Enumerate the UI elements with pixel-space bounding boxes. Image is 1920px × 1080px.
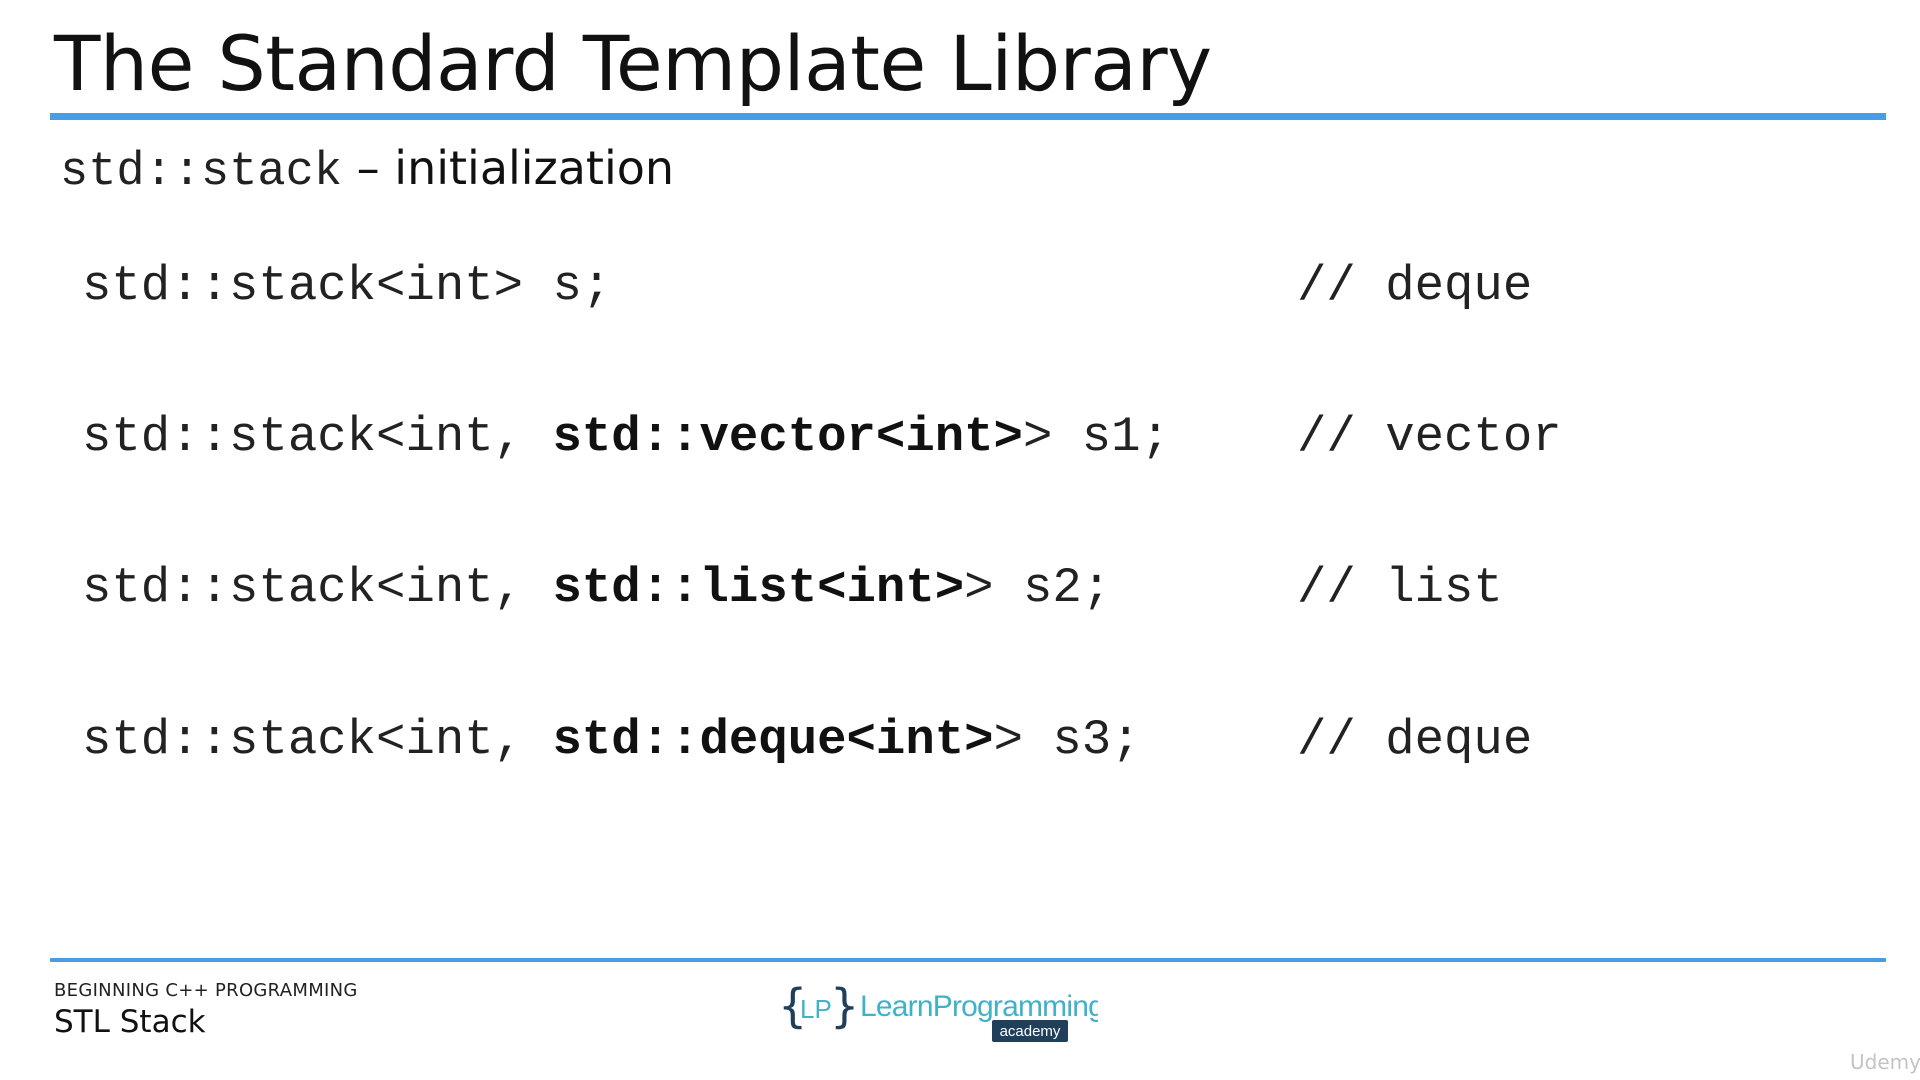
udemy-watermark: Udemy xyxy=(1850,1050,1920,1074)
code-bold: std::list<int> xyxy=(552,560,965,616)
code-line-1: std::stack<int> s; // deque xyxy=(82,258,1862,328)
course-label: BEGINNING C++ PROGRAMMING xyxy=(54,980,358,1001)
code-plain-after: > s3; xyxy=(993,712,1141,768)
logo-right-brace: } xyxy=(830,979,859,1033)
logo-sub-text: academy xyxy=(1000,1023,1061,1040)
subtitle-text: – initialization xyxy=(342,141,675,195)
title-divider xyxy=(50,113,1886,120)
code-plain-after: > s2; xyxy=(964,560,1112,616)
code-bold: std::deque<int> xyxy=(552,712,994,768)
section-subtitle: std::stack – initialization xyxy=(60,140,674,201)
lesson-label: STL Stack xyxy=(54,1004,206,1040)
code-line-4: std::stack<int, std::deque<int>> s3; // … xyxy=(82,712,1862,782)
code-line-3: std::stack<int, std::list<int>> s2; // l… xyxy=(82,560,1862,630)
code-plain-after: > s1; xyxy=(1022,409,1170,465)
code-plain-before: std::stack<int, xyxy=(82,712,553,768)
slide-title: The Standard Template Library xyxy=(54,19,1212,108)
subtitle-code: std::stack xyxy=(60,146,343,199)
code-line-2: std::stack<int, std::vector<int>> s1; //… xyxy=(82,409,1862,479)
code-comment: // vector xyxy=(1297,409,1562,465)
code-plain-before: std::stack<int, xyxy=(82,409,553,465)
code-bold: std::vector<int> xyxy=(552,409,1023,465)
learnprogramming-logo: { LP } LearnProgramming academy xyxy=(778,979,1098,1042)
code-comment: // deque xyxy=(1297,258,1533,314)
logo-main-text: LearnProgramming xyxy=(860,990,1098,1023)
code-plain-before: std::stack<int> s; xyxy=(82,258,612,314)
code-comment: // list xyxy=(1297,560,1503,616)
code-comment: // deque xyxy=(1297,712,1533,768)
code-plain-before: std::stack<int, xyxy=(82,560,553,616)
logo-brace-text: LP xyxy=(800,994,832,1024)
footer-divider xyxy=(50,958,1886,962)
